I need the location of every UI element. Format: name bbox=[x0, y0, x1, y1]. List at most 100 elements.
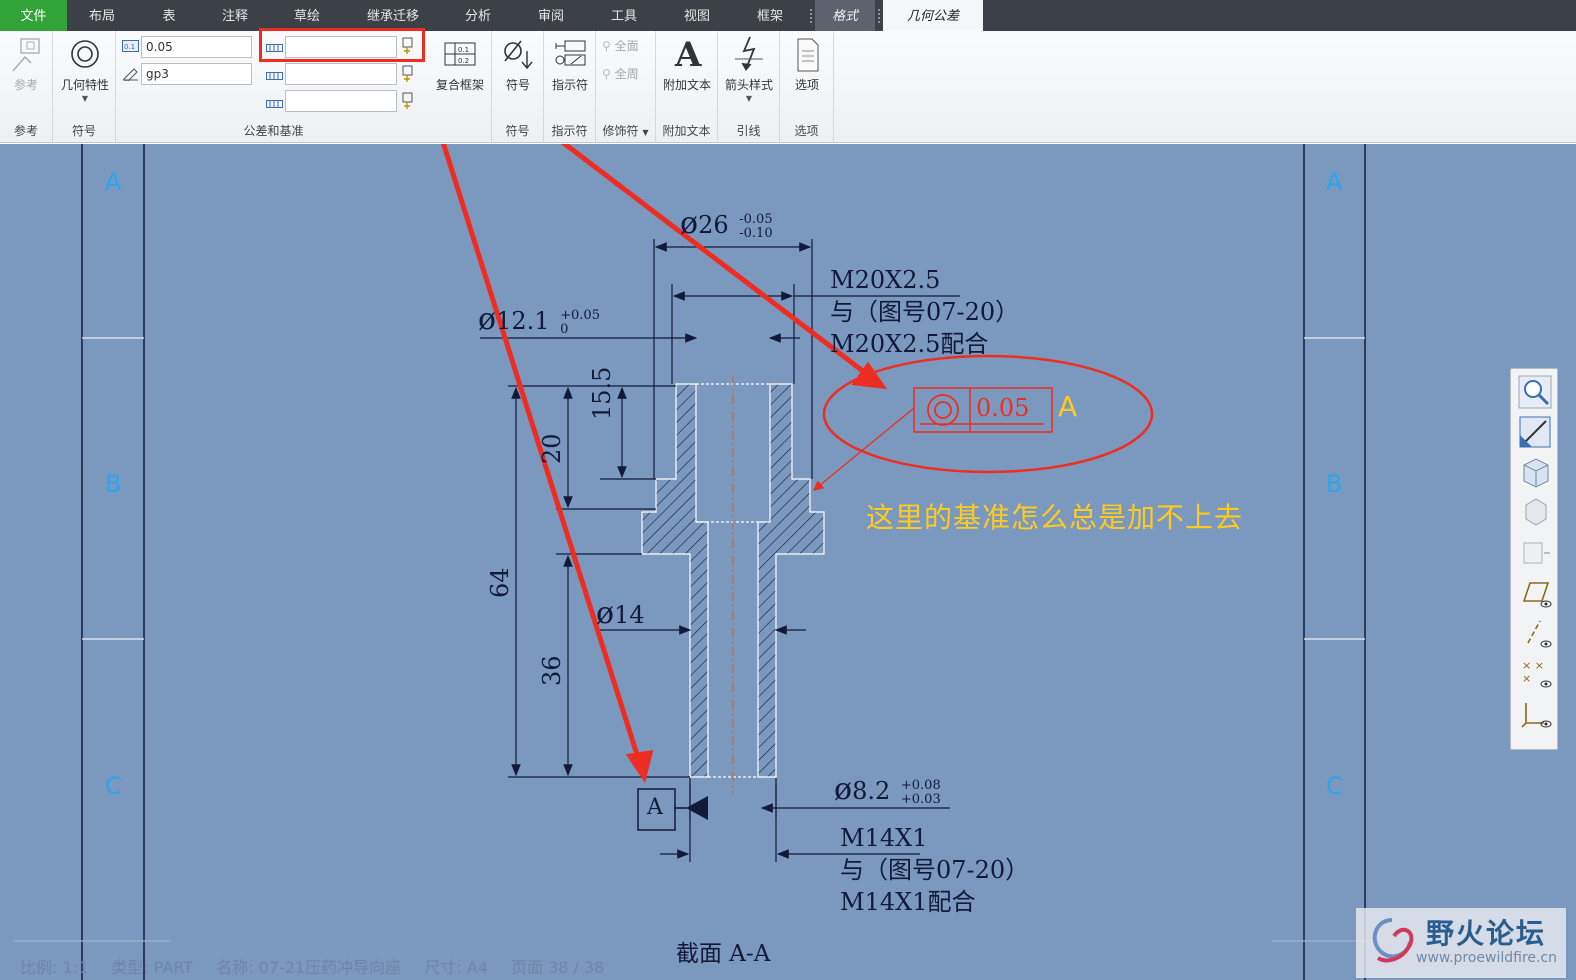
status-scale: 比例: 1:1 bbox=[20, 958, 89, 977]
status-page: 页面 38 / 38 bbox=[510, 958, 605, 977]
group-symbol: 符号 符号 bbox=[492, 31, 544, 143]
drawing-canvas[interactable]: A B C A B C ø26 -0.05 -0.10 M20X2.5 与（图号0… bbox=[0, 144, 1576, 980]
gtol-value[interactable]: 0.05 bbox=[976, 394, 1029, 422]
group-modifier-label[interactable]: 修饰符 ▼ bbox=[596, 122, 655, 139]
tertiary-datum-field[interactable] bbox=[285, 90, 397, 112]
group-symbol-characteristic-label: 符号 bbox=[71, 124, 96, 138]
reference-button[interactable]: 参考 bbox=[6, 37, 46, 93]
graphics-toolbar: × × × bbox=[1510, 368, 1558, 750]
add-text-button[interactable]: A 附加文本 bbox=[660, 35, 714, 93]
svg-text:0.2: 0.2 bbox=[458, 57, 469, 65]
zone-label-left-c: C bbox=[105, 772, 122, 800]
options-button[interactable]: 选项 bbox=[784, 37, 830, 93]
csys-display-icon[interactable] bbox=[1518, 695, 1552, 729]
group-add-text: A 附加文本 附加文本 bbox=[656, 31, 718, 143]
tab-tools[interactable]: 工具 bbox=[587, 0, 661, 31]
symbol-button[interactable]: 符号 bbox=[496, 37, 540, 93]
reference-icon bbox=[12, 38, 40, 72]
all-around-button[interactable]: ⚲ 全面 bbox=[602, 37, 652, 54]
add-text-label: 附加文本 bbox=[662, 78, 711, 92]
drawing-frame bbox=[81, 144, 1366, 980]
drawing-svg bbox=[14, 144, 1366, 980]
section-title[interactable]: 截面 A-A bbox=[676, 934, 770, 968]
tertiary-datum-select-icon[interactable] bbox=[402, 92, 414, 110]
diameter-icon: ø bbox=[834, 772, 853, 807]
group-tolerance-datum-label: 公差和基准 bbox=[243, 124, 304, 138]
named-view-icon[interactable] bbox=[1518, 535, 1552, 569]
datum-box-label[interactable]: A bbox=[647, 795, 663, 820]
highlight-box bbox=[259, 28, 425, 62]
tab-layout[interactable]: 布局 bbox=[67, 0, 137, 31]
indicator-label: 指示符 bbox=[551, 78, 588, 92]
group-add-text-label: 附加文本 bbox=[662, 124, 711, 138]
svg-text:× ×: × × bbox=[1522, 659, 1544, 672]
zoom-icon[interactable] bbox=[1518, 375, 1552, 409]
diameter-icon: ø bbox=[478, 302, 497, 337]
dim-d12[interactable]: ø12.1 +0.05 0 bbox=[478, 302, 600, 337]
tab-grip bbox=[878, 9, 880, 23]
group-options: 选项 选项 bbox=[780, 31, 834, 143]
tab-analysis[interactable]: 分析 bbox=[441, 0, 515, 31]
tab-table[interactable]: 表 bbox=[137, 0, 201, 31]
dim-36[interactable]: 36 bbox=[538, 655, 566, 686]
axis-display-icon[interactable] bbox=[1518, 615, 1552, 649]
gtol-datum-label[interactable]: A bbox=[1058, 390, 1077, 423]
ribbon: 参考 参考 几何特性 ▼ 符号 0.1 0.05 gp3 0.1 0.2 复合框… bbox=[0, 31, 1576, 143]
secondary-datum-field[interactable] bbox=[285, 63, 397, 85]
svg-text:A: A bbox=[674, 35, 702, 73]
tab-frame[interactable]: 框架 bbox=[733, 0, 807, 31]
dim-15-5[interactable]: 15.5 bbox=[588, 367, 616, 420]
forum-watermark: 野火论坛 www.proewildfire.cn bbox=[1356, 908, 1566, 978]
dim-64[interactable]: 64 bbox=[486, 567, 514, 598]
options-label: 选项 bbox=[794, 78, 819, 92]
tab-annotate[interactable]: 注释 bbox=[201, 0, 269, 31]
tab-format[interactable]: 格式 bbox=[815, 0, 875, 31]
cube-view-icon[interactable] bbox=[1518, 455, 1552, 489]
arrow-style-label: 箭头样式 bbox=[724, 78, 773, 92]
tab-geometric-tolerance[interactable]: 几何公差 bbox=[883, 0, 983, 31]
point-display-icon[interactable]: × × × bbox=[1518, 655, 1552, 689]
all-over-button[interactable]: ⚲ 全周 bbox=[602, 65, 652, 82]
composite-frame-button[interactable]: 0.1 0.2 复合框架 bbox=[432, 39, 488, 93]
name-edit-icon bbox=[123, 68, 138, 81]
all-over-label: 全周 bbox=[614, 67, 639, 81]
concentricity-icon bbox=[71, 40, 99, 68]
geometric-characteristic-button[interactable]: 几何特性 ▼ bbox=[57, 37, 113, 103]
shading-icon[interactable] bbox=[1518, 495, 1552, 529]
dim-d14[interactable]: ø14 bbox=[596, 596, 645, 631]
dim-m14-note[interactable]: M14X1 与（图号07-20） M14X1配合 bbox=[840, 822, 1029, 918]
group-leader: 箭头样式 ▼ 引线 bbox=[718, 31, 780, 143]
tab-view[interactable]: 视图 bbox=[661, 0, 733, 31]
tab-legacy-migration[interactable]: 继承迁移 bbox=[345, 0, 441, 31]
status-type: 类型: PART bbox=[111, 958, 194, 977]
tab-sketch[interactable]: 草绘 bbox=[269, 0, 345, 31]
dim-d8-2[interactable]: ø8.2 +0.08 +0.03 bbox=[834, 772, 941, 807]
tolerance-value-field[interactable]: 0.05 bbox=[141, 36, 252, 58]
dim-d26[interactable]: ø26 -0.05 -0.10 bbox=[680, 206, 773, 241]
group-options-label: 选项 bbox=[794, 124, 819, 138]
secondary-datum-select-icon[interactable] bbox=[402, 65, 414, 83]
diameter-symbol-icon bbox=[504, 40, 533, 70]
tolerance-name-field[interactable]: gp3 bbox=[141, 63, 252, 85]
forum-logo-icon bbox=[1372, 918, 1414, 963]
composite-frame-label: 复合框架 bbox=[435, 78, 484, 92]
diameter-icon: ø bbox=[596, 596, 615, 631]
chevron-down-icon: ▼ bbox=[81, 94, 89, 103]
tab-file[interactable]: 文件 bbox=[0, 0, 67, 31]
svg-text:0.1: 0.1 bbox=[458, 46, 469, 54]
tab-review[interactable]: 审阅 bbox=[515, 0, 587, 31]
composite-frame-icon: 0.1 0.2 bbox=[444, 42, 476, 66]
group-indicator: 指示符 指示符 bbox=[544, 31, 596, 143]
geometric-characteristic-label: 几何特性 bbox=[60, 78, 109, 92]
indicator-button[interactable]: 指示符 bbox=[548, 37, 592, 93]
plane-display-icon[interactable] bbox=[1518, 575, 1552, 609]
reference-label: 参考 bbox=[13, 78, 38, 92]
refit-icon[interactable] bbox=[1518, 415, 1552, 449]
svg-text:×: × bbox=[1522, 672, 1531, 685]
arrow-style-icon bbox=[735, 36, 763, 71]
dim-20[interactable]: 20 bbox=[538, 433, 566, 464]
all-over-icon: ⚲ bbox=[602, 67, 615, 81]
dim-m20-note[interactable]: M20X2.5 与（图号07-20） M20X2.5配合 bbox=[830, 264, 1019, 360]
tab-grip bbox=[810, 9, 812, 23]
arrow-style-button[interactable]: 箭头样式 ▼ bbox=[722, 35, 776, 103]
